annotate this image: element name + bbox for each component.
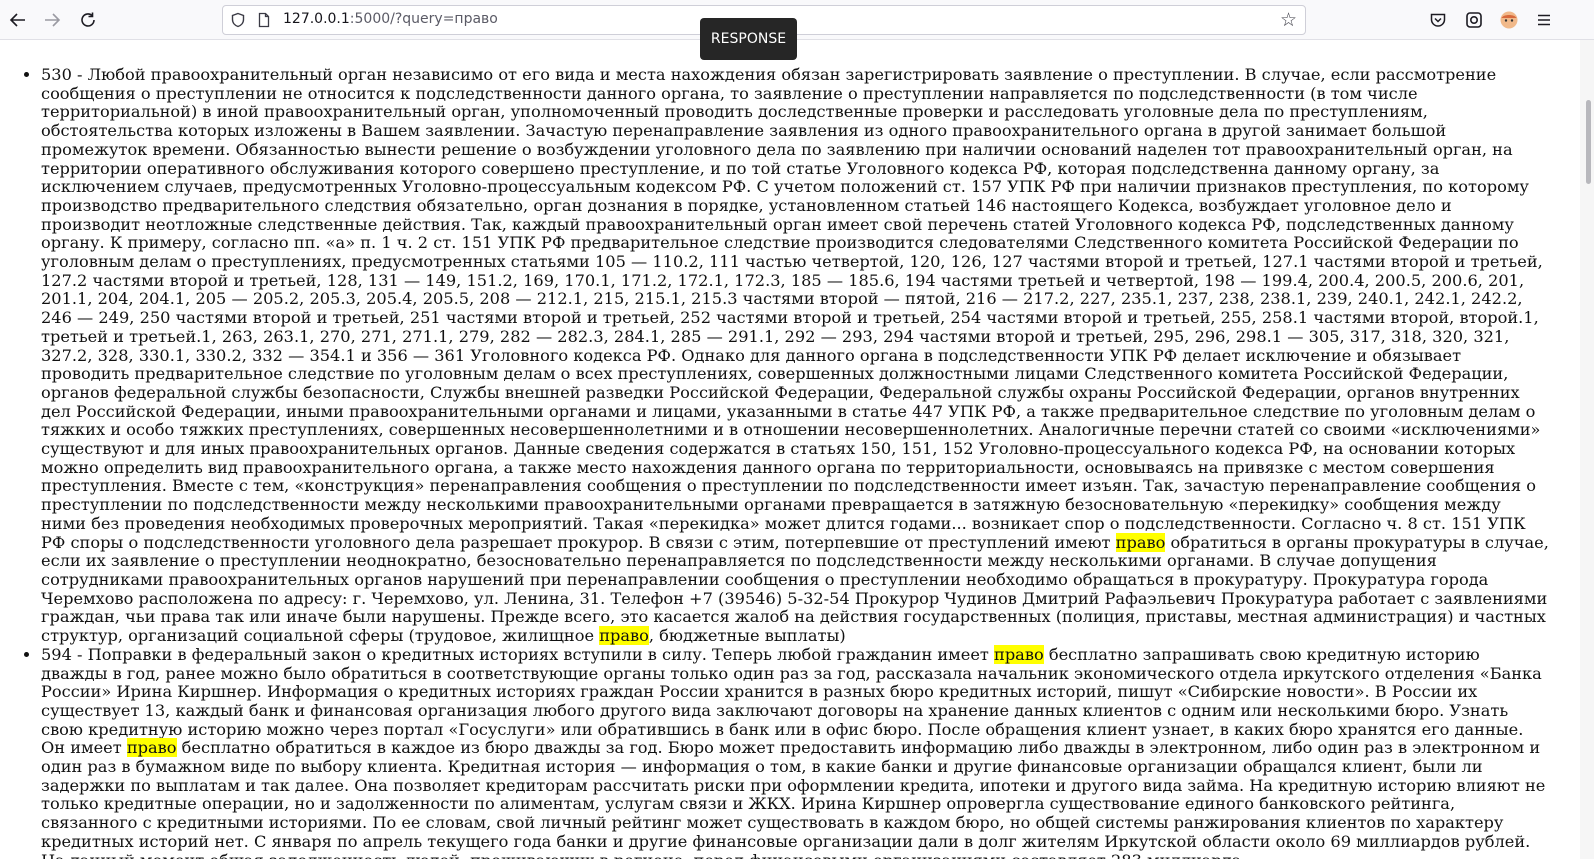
reload-icon[interactable]	[74, 6, 102, 34]
highlighted-term: право	[994, 644, 1044, 664]
bookmark-star-icon[interactable]: ☆	[1280, 9, 1297, 31]
back-arrow-icon[interactable]	[4, 6, 32, 34]
result-item: 594 - Поправки в федеральный закон о кре…	[41, 644, 1550, 859]
result-text: 530 - Любой правоохранительный орган нез…	[41, 65, 1543, 552]
result-text: бесплатно обратиться в каждое из бюро дв…	[41, 738, 1546, 859]
pocket-icon[interactable]	[1424, 6, 1452, 34]
highlighted-term: право	[126, 738, 177, 758]
menu-icon[interactable]	[1530, 6, 1558, 34]
result-text: 594 - Поправки в федеральный закон о кре…	[41, 644, 995, 664]
url-text[interactable]: 127.0.0.1:5000/?query=право	[283, 11, 498, 27]
result-item: 530 - Любой правоохранительный орган нез…	[41, 65, 1550, 646]
extension-icon[interactable]	[1460, 6, 1488, 34]
search-results: 530 - Любой правоохранительный орган нез…	[0, 65, 1550, 859]
scrollbar-thumb[interactable]	[1586, 100, 1591, 184]
highlighted-term: право	[1115, 532, 1166, 552]
scrollbar[interactable]	[1580, 40, 1594, 859]
result-text: , бюджетные выплаты)	[648, 626, 846, 646]
response-overlay-label: RESPONSE	[700, 18, 797, 60]
page-icon[interactable]	[256, 12, 272, 28]
highlighted-term: право	[599, 626, 649, 646]
forward-arrow-icon[interactable]	[38, 6, 66, 34]
browser-toolbar: 127.0.0.1:5000/?query=право ☆	[0, 0, 1594, 40]
avatar-icon[interactable]	[1495, 6, 1523, 34]
results-list: 530 - Любой правоохранительный орган нез…	[0, 65, 1550, 859]
shield-icon[interactable]	[230, 12, 246, 28]
